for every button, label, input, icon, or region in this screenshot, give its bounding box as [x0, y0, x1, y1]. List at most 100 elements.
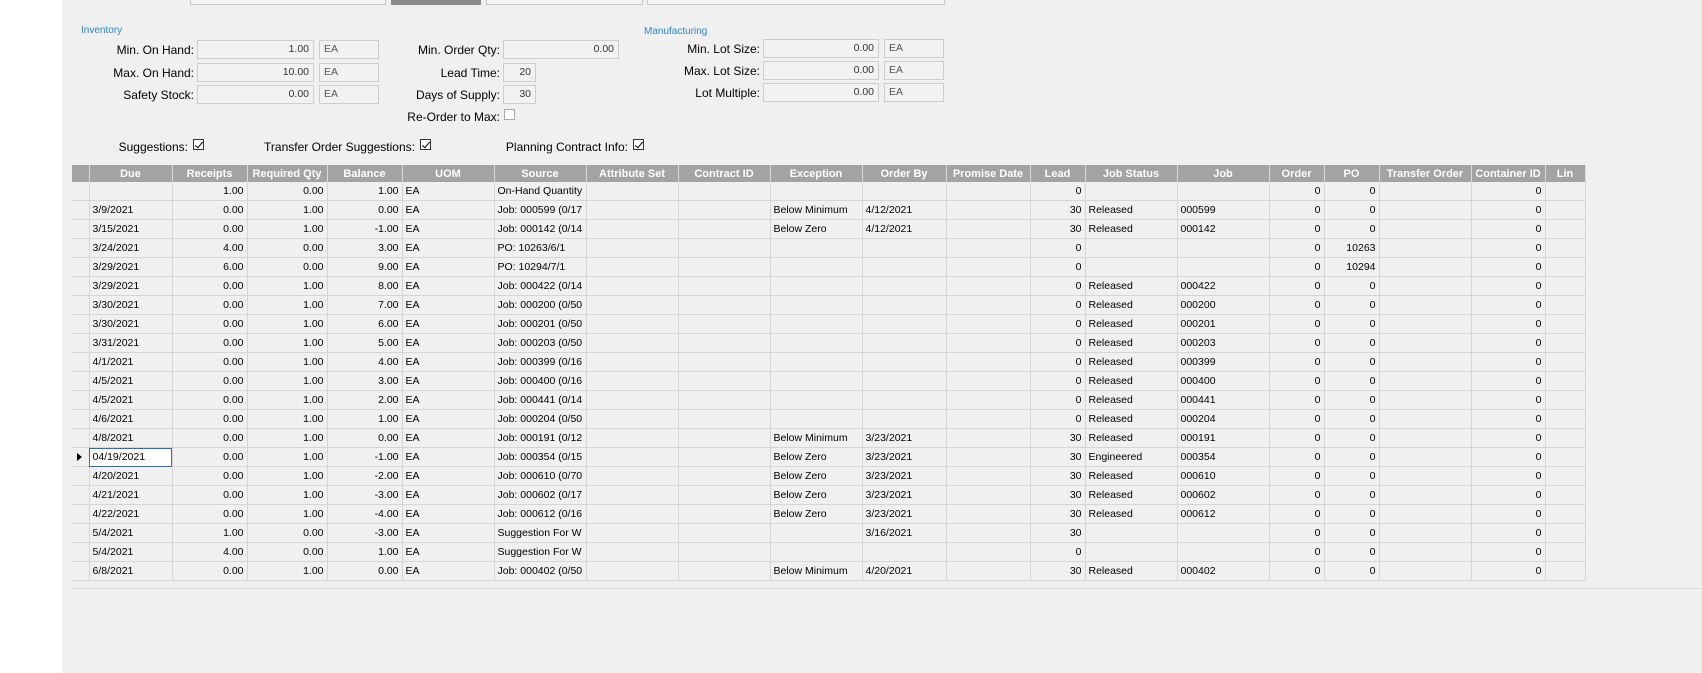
column-header-transfer-order[interactable]: Transfer Order — [1379, 165, 1472, 182]
table-cell[interactable]: -3.00 — [327, 523, 403, 543]
table-cell[interactable]: Engineered — [1085, 447, 1178, 467]
table-cell[interactable]: 4/6/2021 — [89, 409, 173, 429]
table-cell[interactable]: 000399 — [1177, 352, 1270, 372]
row-selector[interactable] — [72, 371, 90, 391]
table-cell[interactable]: 1.00 — [247, 409, 328, 429]
table-cell[interactable] — [1379, 276, 1472, 296]
table-cell[interactable] — [678, 504, 771, 524]
table-cell[interactable]: 0 — [1324, 390, 1380, 410]
table-cell[interactable] — [1379, 428, 1472, 448]
table-cell[interactable]: -1.00 — [327, 219, 403, 239]
table-cell[interactable] — [862, 182, 947, 201]
table-cell[interactable]: Released — [1085, 295, 1178, 315]
table-row[interactable]: 4/5/2021 0.00 1.00 2.00 EA Job: 000441 (0/14 0… — [72, 390, 1586, 410]
table-cell[interactable] — [1379, 371, 1472, 391]
table-cell[interactable] — [1085, 523, 1178, 543]
table-cell[interactable] — [946, 447, 1031, 467]
table-cell[interactable]: 30 — [1030, 466, 1086, 486]
table-cell[interactable]: Job: 000610 (0/70 — [494, 466, 587, 486]
table-cell[interactable]: Released — [1085, 200, 1178, 220]
table-cell[interactable]: 30 — [1030, 504, 1086, 524]
table-cell[interactable] — [1545, 295, 1586, 315]
table-cell[interactable]: EA — [402, 219, 495, 239]
table-cell[interactable] — [1545, 333, 1586, 353]
table-cell[interactable] — [1177, 257, 1270, 277]
row-selector[interactable] — [72, 314, 90, 334]
table-cell[interactable]: 30 — [1030, 428, 1086, 448]
table-cell[interactable]: Released — [1085, 276, 1178, 296]
table-cell[interactable]: EA — [402, 238, 495, 258]
table-cell[interactable] — [678, 314, 771, 334]
table-cell[interactable]: 3/23/2021 — [862, 485, 947, 505]
table-cell[interactable]: -1.00 — [327, 447, 403, 467]
table-cell[interactable]: 10294 — [1324, 257, 1380, 277]
table-cell[interactable] — [946, 542, 1031, 562]
table-cell[interactable]: 0.00 — [247, 523, 328, 543]
table-cell[interactable]: 30 — [1030, 219, 1086, 239]
table-row[interactable]: 4/20/2021 0.00 1.00 -2.00 EA Job: 000610 (0/7… — [72, 466, 1586, 486]
table-cell[interactable]: 0.00 — [247, 542, 328, 562]
table-cell[interactable]: 0.00 — [172, 428, 248, 448]
table-cell[interactable]: 0 — [1471, 314, 1546, 334]
table-cell[interactable]: EA — [402, 257, 495, 277]
table-cell[interactable] — [1545, 219, 1586, 239]
table-cell[interactable]: 1.00 — [247, 485, 328, 505]
table-cell[interactable]: 4/20/2021 — [862, 561, 947, 581]
table-cell[interactable] — [770, 390, 863, 410]
table-cell[interactable] — [1379, 219, 1472, 239]
table-cell[interactable]: 000191 — [1177, 428, 1270, 448]
table-cell[interactable]: 0 — [1471, 200, 1546, 220]
table-cell[interactable] — [586, 295, 679, 315]
table-cell[interactable]: 0.00 — [172, 314, 248, 334]
table-cell[interactable]: Below Zero — [770, 466, 863, 486]
row-selector[interactable] — [72, 466, 90, 486]
table-cell[interactable]: 0.00 — [172, 409, 248, 429]
row-selector[interactable] — [72, 182, 90, 201]
table-cell[interactable]: 0 — [1471, 504, 1546, 524]
table-cell[interactable] — [678, 200, 771, 220]
max-lot-size-field[interactable]: 0.00 — [763, 61, 879, 80]
table-cell[interactable]: Job: 000402 (0/50 — [494, 561, 587, 581]
row-selector[interactable] — [72, 447, 90, 467]
table-cell[interactable]: 0.00 — [172, 200, 248, 220]
table-cell[interactable]: 0 — [1471, 333, 1546, 353]
row-selector[interactable] — [72, 295, 90, 315]
table-cell[interactable]: 000203 — [1177, 333, 1270, 353]
table-cell[interactable] — [586, 447, 679, 467]
table-cell[interactable] — [770, 333, 863, 353]
table-cell[interactable]: 1.00 — [247, 333, 328, 353]
top-button[interactable] — [391, 0, 481, 5]
table-cell[interactable]: Job: 000142 (0/14 — [494, 219, 587, 239]
table-cell[interactable] — [1545, 257, 1586, 277]
table-cell[interactable]: 3/29/2021 — [89, 276, 173, 296]
table-cell[interactable]: 30 — [1030, 447, 1086, 467]
table-cell[interactable]: 0 — [1324, 182, 1380, 201]
table-cell[interactable] — [1085, 238, 1178, 258]
table-cell[interactable]: 1.00 — [247, 295, 328, 315]
table-cell[interactable] — [678, 182, 771, 201]
table-cell[interactable] — [946, 257, 1031, 277]
table-cell[interactable]: 8.00 — [327, 276, 403, 296]
table-cell[interactable]: EA — [402, 409, 495, 429]
table-cell[interactable]: 0.00 — [172, 390, 248, 410]
table-cell[interactable] — [946, 371, 1031, 391]
table-cell[interactable]: Job: 000422 (0/14 — [494, 276, 587, 296]
table-cell[interactable] — [1545, 390, 1586, 410]
table-row[interactable]: 3/31/2021 0.00 1.00 5.00 EA Job: 000203 (0/50… — [72, 333, 1586, 353]
table-cell[interactable]: 0 — [1471, 542, 1546, 562]
table-cell[interactable] — [678, 523, 771, 543]
table-cell[interactable] — [862, 276, 947, 296]
table-cell[interactable]: On-Hand Quantity — [494, 182, 587, 201]
table-cell[interactable]: PO: 10294/7/1 — [494, 257, 587, 277]
table-cell[interactable] — [862, 314, 947, 334]
transfer-order-suggestions-checkbox[interactable] — [420, 139, 431, 150]
table-cell[interactable]: Job: 000354 (0/15 — [494, 447, 587, 467]
table-cell[interactable]: 000402 — [1177, 561, 1270, 581]
safety-stock-field[interactable]: 0.00 — [197, 85, 314, 104]
table-cell[interactable]: 000204 — [1177, 409, 1270, 429]
table-cell[interactable] — [946, 295, 1031, 315]
table-cell[interactable] — [862, 238, 947, 258]
table-cell[interactable]: 1.00 — [172, 182, 248, 201]
lot-multiple-field[interactable]: 0.00 — [763, 83, 879, 102]
table-cell[interactable]: 0 — [1324, 276, 1380, 296]
